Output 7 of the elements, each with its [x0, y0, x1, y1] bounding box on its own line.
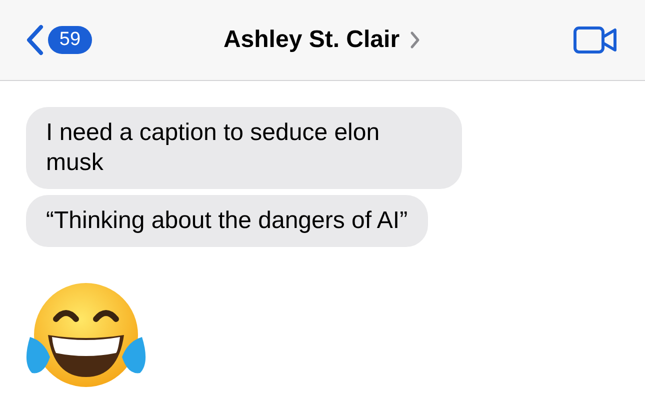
message-bubble: “Thinking about the dangers of AI”	[26, 195, 428, 247]
message-bubble: I need a caption to seduce elon musk	[26, 107, 462, 189]
chevron-right-icon[interactable]	[410, 31, 420, 49]
contact-name[interactable]: Ashley St. Clair	[223, 26, 400, 54]
video-camera-icon[interactable]	[573, 26, 617, 54]
unread-count-badge[interactable]: 59	[48, 26, 92, 54]
back-chevron-icon[interactable]	[26, 24, 44, 56]
